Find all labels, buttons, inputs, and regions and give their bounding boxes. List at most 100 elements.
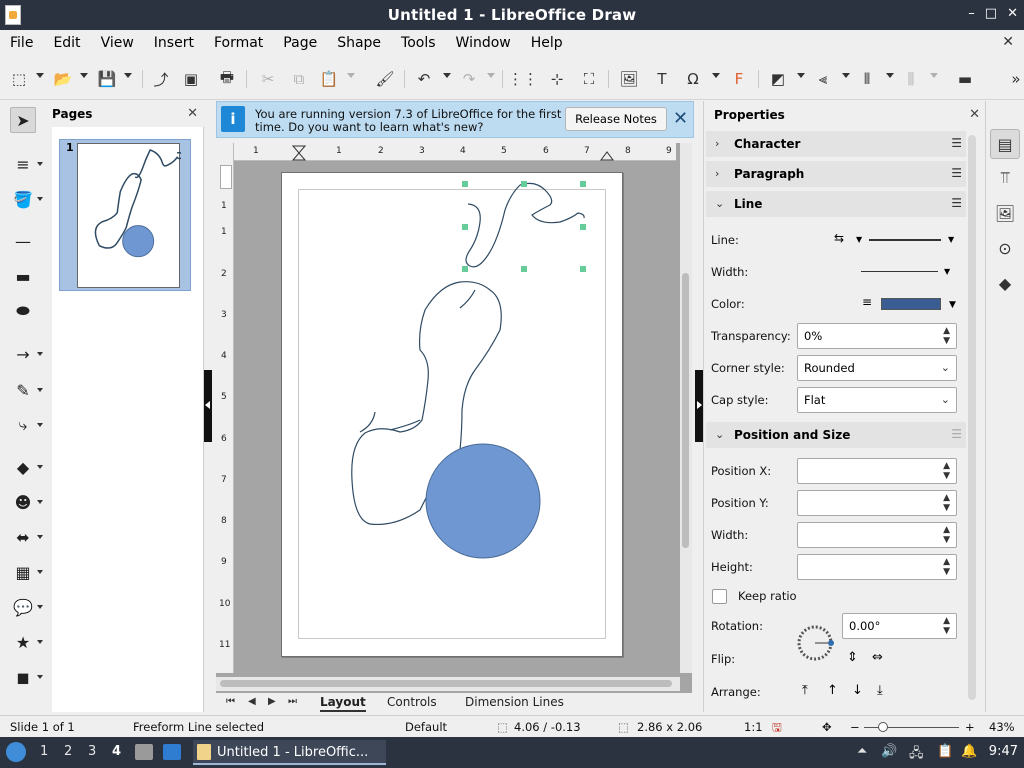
line-color-swatch[interactable] xyxy=(881,298,941,310)
workspace-2[interactable]: 2 xyxy=(64,744,72,759)
master-layout-name[interactable]: Default xyxy=(405,720,447,734)
spin-up-icon[interactable]: ▲ xyxy=(943,525,950,535)
flip-horizontal-icon[interactable]: ⇔ xyxy=(872,650,883,665)
spin-up-icon[interactable]: ▲ xyxy=(943,493,950,503)
rotation-spinbox[interactable]: 0.00° ▲ ▼ xyxy=(842,613,957,639)
rotation-dial-icon[interactable] xyxy=(795,623,835,663)
blue-circle-shape[interactable] xyxy=(425,443,541,559)
keep-ratio-checkbox[interactable] xyxy=(712,589,727,604)
line-width-preview[interactable] xyxy=(861,271,938,272)
section-menu-icon[interactable]: ☰ xyxy=(951,136,962,150)
start-menu-icon[interactable] xyxy=(6,742,26,762)
section-menu-icon[interactable]: ☰ xyxy=(951,427,962,441)
section-character[interactable]: › Character ☰ xyxy=(706,131,966,157)
layer-tabs-bar: ⏮ ◀ ▶ ⏭ Layout Controls Dimension Lines xyxy=(216,693,694,713)
flip-vertical-icon[interactable]: ⇕ xyxy=(847,650,858,665)
gallery-deck-icon[interactable]: 🖼 xyxy=(990,198,1020,228)
freeform-line-selected[interactable] xyxy=(465,182,585,268)
object-size: 2.86 x 2.06 xyxy=(637,720,703,734)
sidebar-deck: ▤ ⫪ 🖼 ⊙ ◆ xyxy=(985,101,1024,712)
rotation-label: Rotation: xyxy=(711,619,763,633)
tray-up-icon[interactable]: ⏶ xyxy=(857,744,867,759)
cap-style-select[interactable]: Flat ⌄ xyxy=(797,387,957,413)
corner-style-label: Corner style: xyxy=(711,361,785,375)
height-spinbox[interactable]: ▲ ▼ xyxy=(797,554,957,580)
selection-status: Freeform Line selected xyxy=(133,720,265,734)
spin-up-icon[interactable]: ▲ xyxy=(943,616,950,626)
properties-scrollbar[interactable] xyxy=(968,135,976,700)
next-layer-icon[interactable]: ▶ xyxy=(268,696,276,707)
spin-down-icon[interactable]: ▼ xyxy=(943,336,950,346)
chevron-down-icon: ⌄ xyxy=(940,393,950,406)
spin-up-icon[interactable]: ▲ xyxy=(943,326,950,336)
chevron-right-icon: › xyxy=(715,137,720,150)
bring-to-front-icon[interactable]: ⤒ xyxy=(802,683,808,698)
spin-down-icon[interactable]: ▼ xyxy=(943,535,950,545)
section-menu-icon[interactable]: ☰ xyxy=(951,196,962,210)
tab-dimension-lines[interactable]: Dimension Lines xyxy=(465,695,564,709)
line-style-dropdown-icon[interactable]: ▼ xyxy=(948,235,954,244)
transparency-spinbox[interactable]: 0% ▲ ▼ xyxy=(797,323,957,349)
zoom-level[interactable]: 43% xyxy=(989,720,1015,734)
notifications-icon[interactable]: 🔔 xyxy=(961,744,977,759)
tab-layout[interactable]: Layout xyxy=(320,695,366,712)
spin-down-icon[interactable]: ▼ xyxy=(943,626,950,636)
fit-page-icon[interactable]: ✥ xyxy=(822,720,832,734)
arrow-style-dropdown-icon[interactable]: ▼ xyxy=(856,235,862,244)
section-menu-icon[interactable]: ☰ xyxy=(951,166,962,180)
position-x-spinbox[interactable]: ▲ ▼ xyxy=(797,458,957,484)
styles-deck-icon[interactable]: ⫪ xyxy=(990,163,1020,193)
properties-deck-icon[interactable]: ▤ xyxy=(990,129,1020,159)
position-indicator-icon: ⬚ xyxy=(497,720,508,734)
line-style-preview[interactable] xyxy=(869,239,941,241)
slide-count: Slide 1 of 1 xyxy=(10,720,75,734)
zoom-in-icon[interactable]: + xyxy=(965,720,975,734)
zoom-slider-handle[interactable] xyxy=(878,722,888,732)
navigator-deck-icon[interactable]: ⊙ xyxy=(990,233,1020,263)
spin-up-icon[interactable]: ▲ xyxy=(943,557,950,567)
scale-factor: 1:1 xyxy=(744,720,763,734)
width-label: Width: xyxy=(711,528,749,542)
shapes-deck-icon[interactable]: ◆ xyxy=(990,268,1020,298)
bring-forward-icon[interactable]: ↑ xyxy=(827,683,838,698)
workspace-4[interactable]: 4 xyxy=(112,744,121,759)
cap-style-label: Cap style: xyxy=(711,393,769,407)
horizontal-scrollbar[interactable] xyxy=(216,677,680,691)
spin-up-icon[interactable]: ▲ xyxy=(943,461,950,471)
position-y-spinbox[interactable]: ▲ ▼ xyxy=(797,490,957,516)
send-to-back-icon[interactable]: ⤓ xyxy=(877,683,883,698)
network-icon[interactable]: 🖧 xyxy=(909,744,924,766)
spin-down-icon[interactable]: ▼ xyxy=(943,567,950,577)
section-position-size-title: Position and Size xyxy=(734,428,851,442)
send-backward-icon[interactable]: ↓ xyxy=(852,683,863,698)
taskbar-window-libreoffice[interactable]: Untitled 1 - LibreOffic... xyxy=(193,740,386,765)
vertical-scrollbar[interactable] xyxy=(680,143,692,673)
section-position-size[interactable]: ⌄ Position and Size ☰ xyxy=(706,422,966,448)
first-layer-icon[interactable]: ⏮ xyxy=(226,696,235,707)
clipboard-icon[interactable]: 📋 xyxy=(937,744,953,759)
previous-layer-icon[interactable]: ◀ xyxy=(248,696,256,707)
tab-controls[interactable]: Controls xyxy=(387,695,437,709)
line-style-label: Line: xyxy=(711,233,739,247)
width-spinbox[interactable]: ▲ ▼ xyxy=(797,522,957,548)
arrow-style-icon[interactable]: ⇆ xyxy=(834,231,844,245)
color-picker-icon[interactable]: ≡ xyxy=(862,295,872,309)
keep-ratio-label: Keep ratio xyxy=(738,589,797,603)
section-paragraph[interactable]: › Paragraph ☰ xyxy=(706,161,966,187)
corner-style-select[interactable]: Rounded ⌄ xyxy=(797,355,957,381)
desktop-icon[interactable] xyxy=(163,744,181,760)
last-layer-icon[interactable]: ⏭ xyxy=(288,696,297,707)
section-line[interactable]: ⌄ Line ☰ xyxy=(706,191,966,217)
volume-icon[interactable]: 🔊 xyxy=(881,744,897,759)
workspace-1[interactable]: 1 xyxy=(40,744,48,759)
chevron-down-icon: ⌄ xyxy=(715,428,725,441)
line-width-dropdown-icon[interactable]: ▼ xyxy=(944,267,950,276)
line-color-dropdown-icon[interactable]: ▼ xyxy=(949,300,956,310)
workspace-3[interactable]: 3 xyxy=(88,744,96,759)
properties-close-button[interactable]: ✕ xyxy=(969,107,980,122)
zoom-out-icon[interactable]: − xyxy=(850,720,860,734)
spin-down-icon[interactable]: ▼ xyxy=(943,471,950,481)
file-manager-icon[interactable] xyxy=(135,744,153,760)
selection-handles[interactable] xyxy=(462,181,586,272)
spin-down-icon[interactable]: ▼ xyxy=(943,503,950,513)
